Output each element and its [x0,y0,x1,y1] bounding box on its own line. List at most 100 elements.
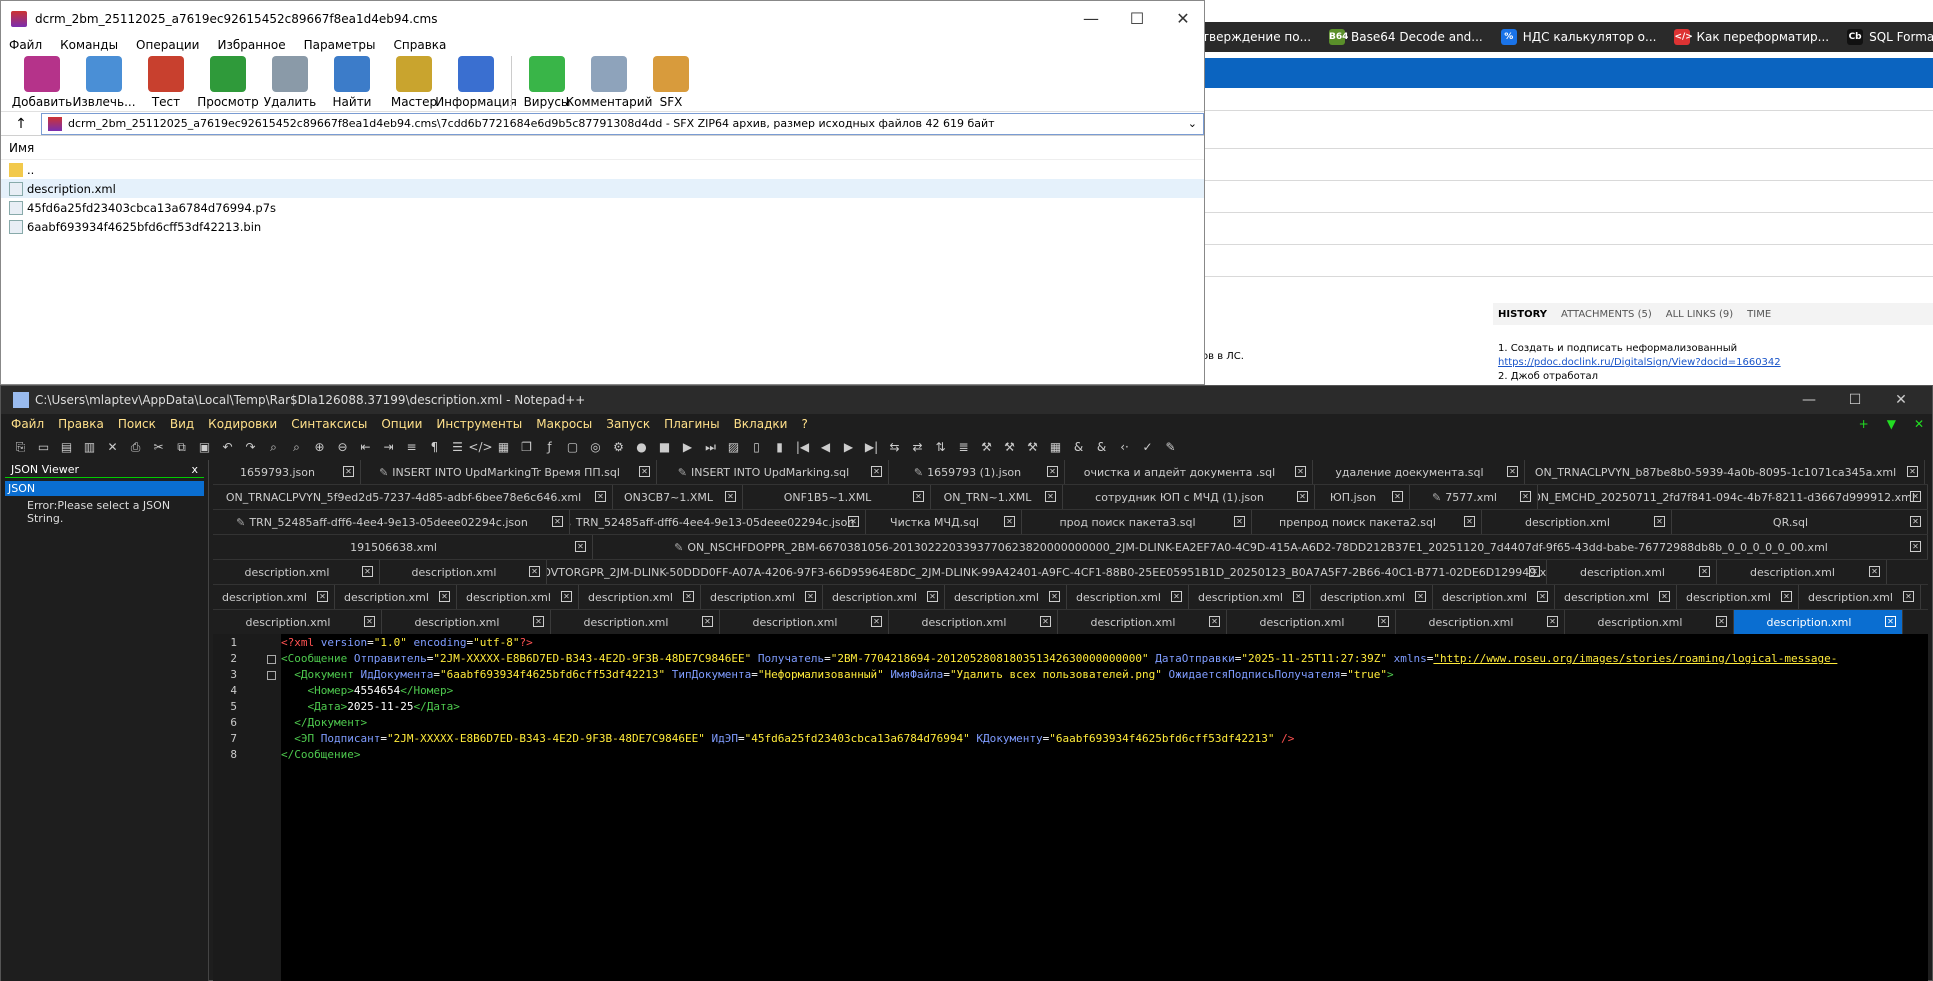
toolbar-icon[interactable]: ▭ [32,437,55,457]
document-tab[interactable]: description.xml ✕ [720,610,889,634]
file-row[interactable]: 6aabf693934f4625bfd6cff53df42213.bin [1,217,1204,236]
fold-marker-icon[interactable] [267,671,276,680]
bookmark-item[interactable]: </> Как переформатир... [1674,29,1829,45]
document-tab[interactable]: description.xml ✕ [551,610,720,634]
minimize-button[interactable]: — [1068,1,1114,36]
tab-close-icon[interactable]: ✕ [1537,591,1548,602]
document-tab[interactable]: ✎ INSERT INTO UpdMarking.sql ✕ [657,460,889,484]
toolbar-icon[interactable]: ↷ [239,437,262,457]
browser-tab-history[interactable]: HISTORY [1498,309,1547,320]
toolbar-button[interactable]: Извлечь... [72,54,136,109]
np-close-button[interactable]: ✕ [1878,386,1924,414]
document-tab[interactable]: description.xml ✕ [380,560,547,584]
document-tab[interactable]: description.xml ✕ [1677,585,1799,609]
tab-close-icon[interactable]: ✕ [1049,591,1060,602]
toolbar-icon[interactable]: ⏭ [699,437,722,457]
document-tab[interactable]: ON_TRNACLPVYN_5f9ed2d5-7237-4d85-adbf-6b… [213,485,613,509]
toolbar-icon[interactable]: ■ [653,437,676,457]
np-maximize-button[interactable]: ☐ [1832,386,1878,414]
toolbar-icon[interactable]: ⌕ [262,437,285,457]
document-tab[interactable]: description.xml ✕ [1433,585,1555,609]
tab-close-icon[interactable]: ✕ [1507,466,1518,477]
document-tab[interactable]: ✎TRN_52485aff-dff6-4ee4-9e13-05deee02294… [213,510,570,534]
toolbar-icon[interactable]: ⎘ [9,437,32,457]
document-tab[interactable]: description.xml ✕ [1227,610,1396,634]
toolbar-icon[interactable]: ▯ [745,437,768,457]
menu-item[interactable]: Избранное [217,38,285,52]
toolbar-icon[interactable]: ✓ [1136,437,1159,457]
toolbar-icon[interactable]: ⌕ [285,437,308,457]
toolbar-button[interactable]: Найти [321,54,383,109]
toolbar-icon[interactable]: ▶ [837,437,860,457]
document-tab[interactable]: description.xml ✕ [213,560,380,584]
np-menu-item[interactable]: Запуск [606,417,650,431]
np-menu-item[interactable]: Синтаксисы [291,417,367,431]
tab-close-icon[interactable]: ✕ [1716,616,1727,627]
toolbar-button[interactable]: Удалить [259,54,321,109]
tab-close-icon[interactable]: ✕ [1547,616,1558,627]
tab-close-icon[interactable]: ✕ [913,491,924,502]
menu-item[interactable]: Файл [9,38,42,52]
toolbar-icon[interactable]: ▦ [492,437,515,457]
toolbar-icon[interactable]: ≣ [952,437,975,457]
tab-close-icon[interactable]: ✕ [1392,491,1403,502]
toolbar-icon[interactable]: ⇆ [883,437,906,457]
toolbar-icon[interactable]: ▶ [676,437,699,457]
document-tab[interactable]: description.xml ✕ [213,585,335,609]
tab-close-icon[interactable]: ✕ [1378,616,1389,627]
address-field[interactable]: dcrm_2bm_25112025_a7619ec92615452c89667f… [41,112,1204,135]
document-tab[interactable]: description.xml ✕ [889,610,1058,634]
browser-tab-time[interactable]: TIME [1747,309,1771,320]
tab-close-icon[interactable]: ✕ [561,591,572,602]
chevron-down-icon[interactable]: ⌄ [1188,117,1197,130]
document-tab[interactable]: ✎ ON_NSCHFDOPPR_2BM-6670381056-2013022203… [593,535,1928,559]
np-menu-item[interactable]: ? [801,417,807,431]
json-root-node[interactable]: JSON [5,481,204,496]
tab-close-icon[interactable]: ✕ [595,491,606,502]
document-tab[interactable]: description.xml ✕ [457,585,579,609]
toolbar-icon[interactable]: ☰ [446,437,469,457]
toolbar-icon[interactable]: & [1067,437,1090,457]
tab-close-icon[interactable]: ✕ [362,566,373,577]
tab-close-icon[interactable]: ✕ [317,591,328,602]
bookmark-item[interactable]: Cb SQL Formatter & Be... [1847,29,1933,45]
toolbar-icon[interactable]: ⚒ [998,437,1021,457]
document-tab[interactable]: description.xml ✕ [1734,610,1903,634]
document-tab[interactable]: description.xml ✕ [1547,560,1717,584]
tab-close-icon[interactable]: ✕ [871,466,882,477]
document-tab[interactable]: ✎ INSERT INTO UpdMarkingTr Время ПП.sql ✕ [361,460,657,484]
document-tab[interactable]: description.xml ✕ [1565,610,1734,634]
file-row[interactable]: description.xml [1,179,1204,198]
document-tab[interactable]: description.xml ✕ [1067,585,1189,609]
tab-close-icon[interactable]: ✕ [1295,466,1306,477]
toolbar-icon[interactable]: ✂ [147,437,170,457]
tab-close-icon[interactable]: ✕ [1699,566,1710,577]
tab-close-icon[interactable]: ✕ [529,566,540,577]
document-tab[interactable]: description.xml ✕ [945,585,1067,609]
np-menu-item[interactable]: Макросы [536,417,592,431]
plus-icon[interactable]: + [1859,417,1869,431]
toolbar-icon[interactable]: ❐ [515,437,538,457]
bookmark-item[interactable]: B64 Base64 Decode and... [1329,29,1483,45]
document-tab[interactable]: description.xml ✕ [335,585,457,609]
np-menu-item[interactable]: Файл [11,417,44,431]
tab-close-icon[interactable]: ✕ [1781,591,1792,602]
document-tab[interactable]: ЮП.json ✕ [1315,485,1410,509]
tab-close-icon[interactable]: ✕ [1910,491,1921,502]
document-tab[interactable]: description.xml ✕ [1717,560,1887,584]
toolbar-icon[interactable]: |◀ [791,437,814,457]
tab-close-icon[interactable]: ✕ [871,616,882,627]
document-tab[interactable]: очистка и апдейт документа .sql ✕ [1065,460,1313,484]
tab-close-icon[interactable]: ✕ [1654,516,1665,527]
tab-close-icon[interactable]: ✕ [1903,591,1914,602]
document-tab[interactable]: description.xml ✕ [1799,585,1921,609]
toolbar-icon[interactable]: ≡ [400,437,423,457]
tab-close-icon[interactable]: ✕ [1004,516,1015,527]
fold-marker-icon[interactable] [267,655,276,664]
toolbar-icon[interactable]: ⧉ [170,437,193,457]
tab-close-icon[interactable]: ✕ [364,616,375,627]
document-tab[interactable]: description.xml ✕ [579,585,701,609]
tab-close-icon[interactable]: ✕ [1910,516,1921,527]
toolbar-icon[interactable]: ▶| [860,437,883,457]
file-row[interactable]: .. [1,160,1204,179]
